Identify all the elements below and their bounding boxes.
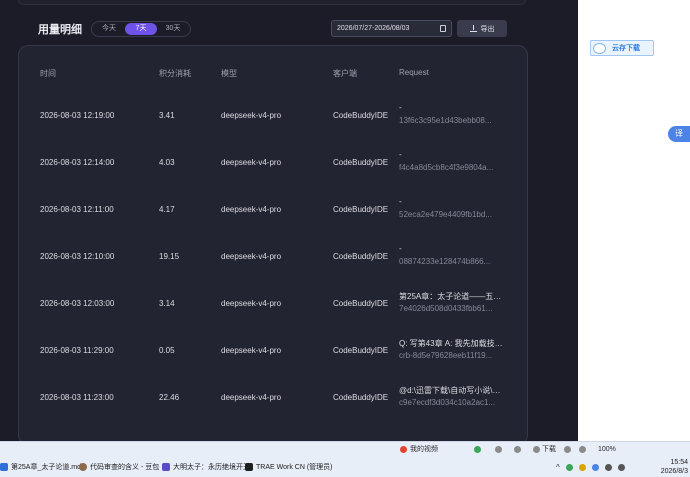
tab-30days[interactable]: 30天	[157, 23, 189, 35]
cell-model: deepseek-v4-pro	[221, 158, 282, 167]
cell-request-id: f4c4a8d5cb8c4f3e9804a...	[399, 163, 494, 172]
cell-request-summary: -	[399, 197, 402, 206]
cell-client: CodeBuddyIDE	[333, 205, 389, 214]
wechat-icon[interactable]	[565, 463, 573, 471]
cell-credits: 0.05	[159, 346, 175, 355]
taskbar-item-label: TRAE Work CN (管理员)	[256, 464, 333, 471]
cell-request-summary: Q: 写第43章 A: 我先加载技能...	[399, 339, 503, 348]
export-label: 导出	[480, 25, 495, 33]
cell-time: 2026-08-03 12:11:00	[40, 205, 114, 214]
tab-today[interactable]: 今天	[93, 23, 125, 35]
taskbar-item-doubao[interactable]: 代码审查的含义 - 豆包	[79, 462, 159, 472]
security-icon[interactable]	[578, 463, 586, 471]
right-blank-area	[578, 0, 690, 441]
cell-credits: 4.17	[159, 205, 175, 214]
system-tray-icons: ^	[556, 462, 642, 472]
cell-request-id: c9e7ecdf3d034c10a2ac1...	[399, 398, 496, 407]
cell-time: 2026-08-03 12:19:00	[40, 111, 115, 120]
taskbar-item-label: 第25A章_太子论道.md -	[11, 464, 86, 471]
column-header-request: Request	[399, 68, 429, 77]
recorder-icon[interactable]	[514, 445, 521, 453]
cell-client: CodeBuddyIDE	[333, 111, 389, 120]
column-header-model: 模型	[221, 69, 237, 78]
taskbar-item-novel[interactable]: 大明太子：永历绝境开天	[162, 462, 250, 472]
taskbar-item-trae[interactable]: TRAE Work CN (管理员)	[245, 462, 332, 472]
translate-side-tab[interactable]: 译	[668, 126, 690, 142]
cell-credits: 3.41	[159, 111, 175, 120]
cell-client: CodeBuddyIDE	[333, 158, 389, 167]
cell-model: deepseek-v4-pro	[221, 252, 282, 261]
cell-credits: 19.15	[159, 252, 180, 261]
doubao-icon	[79, 463, 87, 471]
cell-request-summary: -	[399, 244, 402, 253]
video-icon[interactable]	[495, 445, 502, 453]
cell-request-summary: @d:\迅雷下载\自动写小说\新...	[399, 386, 503, 395]
taskbar-clock[interactable]: 15:54 2026/8/3	[648, 458, 688, 476]
download-arrow-icon	[533, 445, 540, 453]
usage-header: 用量明细 今天 7天 30天	[38, 20, 191, 38]
cloud-icon	[593, 42, 606, 54]
network-icon[interactable]	[604, 463, 612, 471]
cell-time: 2026-08-03 11:23:00	[40, 393, 114, 402]
column-header-credits: 积分消耗	[159, 69, 191, 78]
volume-icon[interactable]	[617, 463, 625, 471]
cell-model: deepseek-v4-pro	[221, 111, 282, 120]
cell-model: deepseek-v4-pro	[221, 346, 282, 355]
tray-news-label[interactable]: 我的视频	[410, 444, 438, 454]
cell-model: deepseek-v4-pro	[221, 299, 282, 308]
cell-model: deepseek-v4-pro	[221, 393, 282, 402]
clock-date: 2026/8/3	[660, 468, 688, 475]
cell-request-id: 08874233e128474b866...	[399, 257, 491, 266]
page-title: 用量明细	[38, 24, 82, 36]
speaker-icon[interactable]	[564, 445, 571, 453]
tray-zoom-label[interactable]: 100%	[598, 446, 616, 453]
cell-model: deepseek-v4-pro	[221, 205, 282, 214]
editor-icon	[0, 463, 8, 471]
cell-client: CodeBuddyIDE	[333, 299, 389, 308]
cell-request-summary: -	[399, 150, 402, 159]
date-range-picker[interactable]: 2026/07/27-2026/08/03	[331, 20, 452, 37]
cell-time: 2026-08-03 12:03:00	[40, 299, 115, 308]
cell-request-id: 7e4026d508d0433fbb61...	[399, 304, 493, 313]
cell-time: 2026-08-03 11:29:00	[40, 346, 114, 355]
ime-icon[interactable]	[591, 463, 599, 471]
chevron-up-icon[interactable]: ^	[556, 463, 560, 472]
period-selector: 今天 7天 30天	[91, 21, 191, 37]
cell-credits: 22.46	[159, 393, 180, 402]
cloud-download-button[interactable]: 云存下载	[590, 40, 654, 56]
shield-icon[interactable]	[474, 445, 481, 453]
trae-icon	[245, 463, 253, 471]
clock-time: 15:54	[670, 459, 688, 466]
export-button[interactable]: 导出	[457, 20, 507, 37]
cell-client: CodeBuddyIDE	[333, 252, 389, 261]
date-range-value: 2026/07/27-2026/08/03	[337, 25, 410, 32]
cell-time: 2026-08-03 12:10:00	[40, 252, 115, 261]
zoom-icon[interactable]	[579, 445, 586, 453]
cloud-download-label: 云存下载	[612, 45, 640, 52]
cell-time: 2026-08-03 12:14:00	[40, 158, 115, 167]
taskbar-item-label: 大明太子：永历绝境开天	[173, 464, 250, 471]
cell-request-id: crb-8d5e79628eeb11f19...	[399, 351, 493, 360]
cell-request-id: 52eca2e479e4409fb1bd...	[399, 210, 492, 219]
taskbar-item-label: 代码审查的含义 - 豆包	[90, 464, 160, 471]
taskbar-tray-row: 我的视频 下载 100%	[400, 443, 690, 455]
news-icon	[400, 445, 407, 453]
download-icon	[469, 25, 477, 32]
previous-card-edge	[18, 0, 526, 5]
cell-request-summary: 第25A章：太子论道——五大...	[399, 292, 503, 301]
cell-client: CodeBuddyIDE	[333, 346, 389, 355]
novel-icon	[162, 463, 170, 471]
cell-request-summary: -	[399, 103, 402, 112]
column-header-client: 客户端	[333, 69, 357, 78]
taskbar-item-editor[interactable]: 第25A章_太子论道.md -	[0, 462, 85, 472]
cell-request-id: 13f6c3c95e1d43bebb08...	[399, 116, 492, 125]
tray-download-label[interactable]: 下载	[542, 444, 556, 454]
tab-7days[interactable]: 7天	[125, 23, 157, 35]
calendar-icon	[440, 25, 446, 32]
cell-client: CodeBuddyIDE	[333, 393, 389, 402]
column-header-time: 时间	[40, 69, 56, 78]
cell-credits: 4.03	[159, 158, 175, 167]
cell-credits: 3.14	[159, 299, 175, 308]
